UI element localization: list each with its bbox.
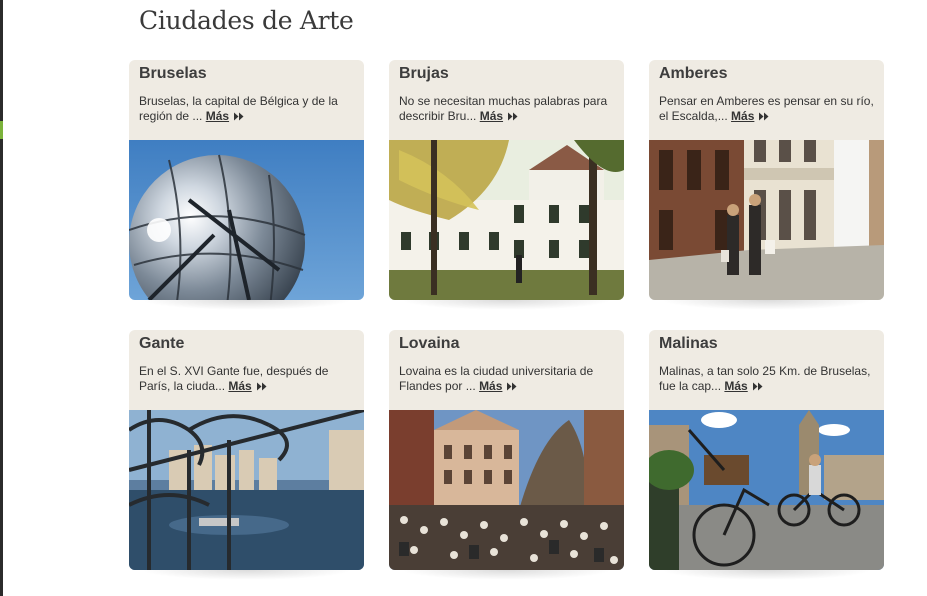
double-chevron-right-icon[interactable] <box>752 382 764 391</box>
card-image-beguinage[interactable] <box>389 140 624 300</box>
city-card-brujas: Brujas No se necesitan muchas palabras p… <box>389 60 624 310</box>
more-link[interactable]: Más <box>731 109 754 123</box>
card-header: Gante En el S. XVI Gante fue, después de… <box>129 330 364 410</box>
card-title[interactable]: Brujas <box>399 65 449 83</box>
city-card-gante: Gante En el S. XVI Gante fue, después de… <box>129 330 364 580</box>
double-chevron-right-icon[interactable] <box>507 112 519 121</box>
double-chevron-right-icon[interactable] <box>758 112 770 121</box>
card-image-canal[interactable] <box>129 410 364 570</box>
card-header: Bruselas Bruselas, la capital de Bélgica… <box>129 60 364 140</box>
card-description-text: No se necesitan muchas palabras para des… <box>399 94 608 123</box>
card-image-atomium[interactable] <box>129 140 364 300</box>
more-link[interactable]: Más <box>479 379 502 393</box>
city-card-malinas: Malinas Malinas, a tan solo 25 Km. de Br… <box>649 330 884 580</box>
card-title[interactable]: Amberes <box>659 65 727 83</box>
card-header: Malinas Malinas, a tan solo 25 Km. de Br… <box>649 330 884 410</box>
more-link[interactable]: Más <box>480 109 503 123</box>
card-description: Malinas, a tan solo 25 Km. de Bruselas, … <box>659 364 877 394</box>
more-link[interactable]: Más <box>206 109 229 123</box>
more-link[interactable]: Más <box>228 379 251 393</box>
card-title[interactable]: Gante <box>139 335 184 353</box>
card-description: Pensar en Amberes es pensar en su río, e… <box>659 94 877 124</box>
city-card-bruselas: Bruselas Bruselas, la capital de Bélgica… <box>129 60 364 310</box>
card-image-square[interactable] <box>389 410 624 570</box>
card-description-text: Malinas, a tan solo 25 Km. de Bruselas, … <box>659 364 871 393</box>
card-description: Lovaina es la ciudad universitaria de Fl… <box>399 364 617 394</box>
card-title[interactable]: Malinas <box>659 335 718 353</box>
card-description: En el S. XVI Gante fue, después de París… <box>139 364 357 394</box>
double-chevron-right-icon[interactable] <box>233 112 245 121</box>
cities-grid: Bruselas Bruselas, la capital de Bélgica… <box>0 0 927 596</box>
card-image-bicycles[interactable] <box>649 410 884 570</box>
city-card-lovaina: Lovaina Lovaina es la ciudad universitar… <box>389 330 624 580</box>
card-title[interactable]: Lovaina <box>399 335 459 353</box>
double-chevron-right-icon[interactable] <box>506 382 518 391</box>
card-title[interactable]: Bruselas <box>139 65 207 83</box>
card-description: No se necesitan muchas palabras para des… <box>399 94 617 124</box>
card-header: Brujas No se necesitan muchas palabras p… <box>389 60 624 140</box>
card-description: Bruselas, la capital de Bélgica y de la … <box>139 94 357 124</box>
more-link[interactable]: Más <box>724 379 747 393</box>
card-header: Amberes Pensar en Amberes es pensar en s… <box>649 60 884 140</box>
card-image-street[interactable] <box>649 140 884 300</box>
card-header: Lovaina Lovaina es la ciudad universitar… <box>389 330 624 410</box>
city-card-amberes: Amberes Pensar en Amberes es pensar en s… <box>649 60 884 310</box>
double-chevron-right-icon[interactable] <box>256 382 268 391</box>
